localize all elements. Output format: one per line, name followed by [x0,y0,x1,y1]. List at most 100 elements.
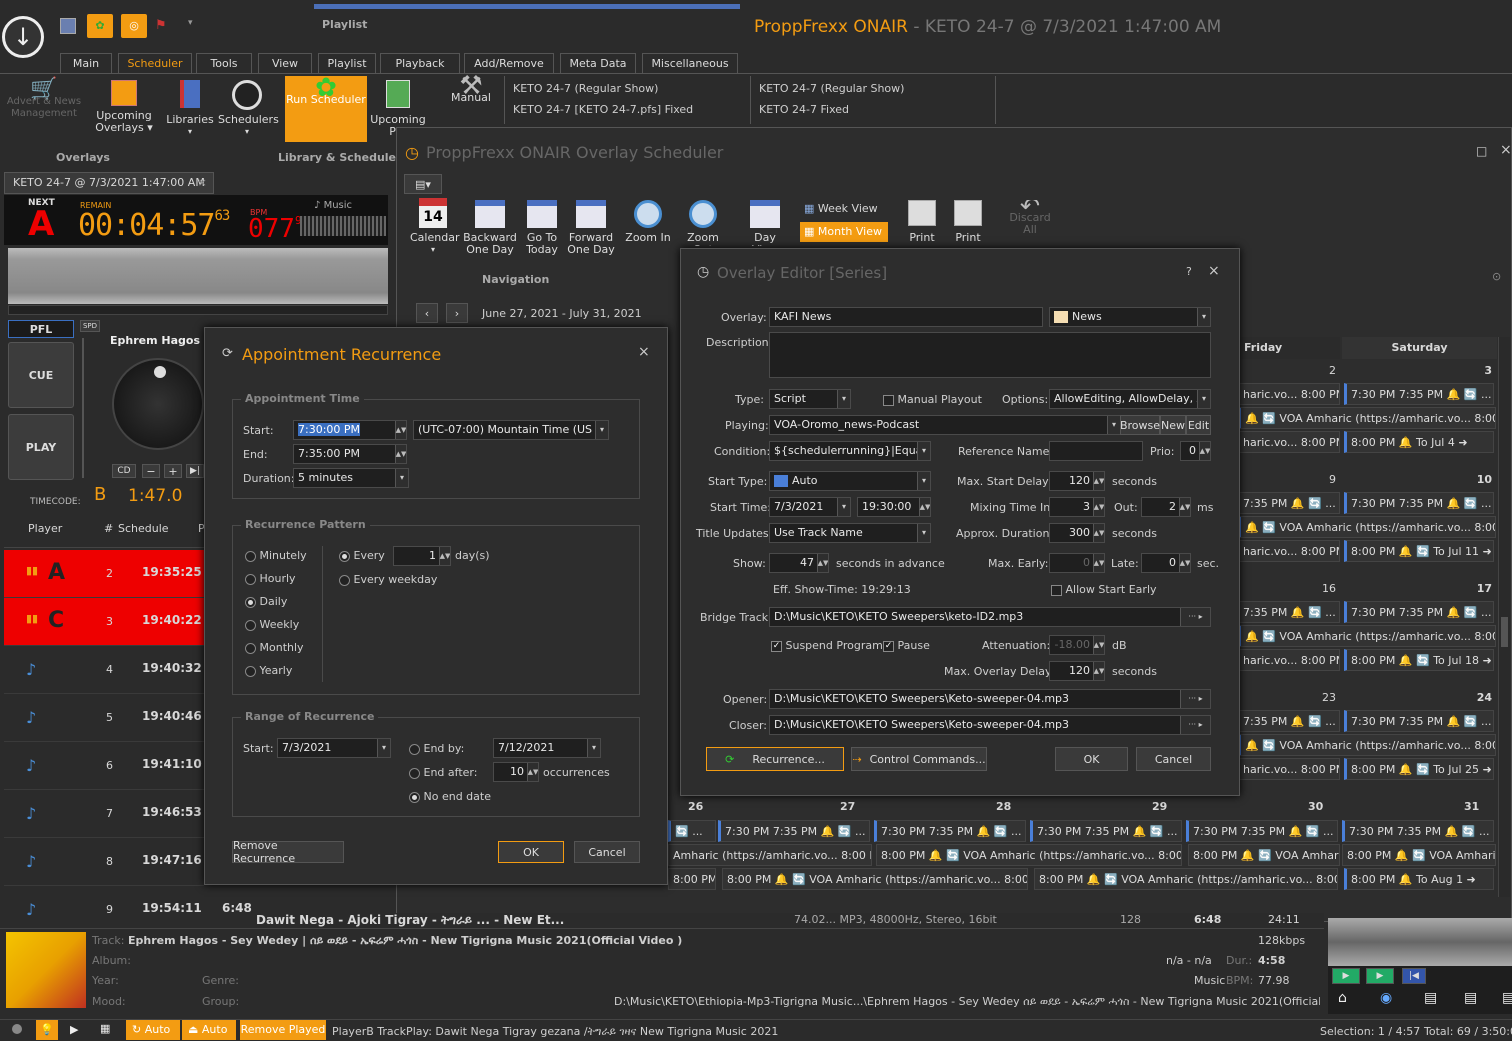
type-select[interactable]: Script ▾ [769,389,851,409]
calendar-appointment[interactable]: 7:30 PM 7:35 PM 🔔 🔄 ... [1186,820,1338,842]
bulb-icon[interactable]: 💡 [36,1020,58,1040]
end-after-input[interactable]: 10 ▲▼ [493,762,539,782]
tab-meta-data[interactable]: Meta Data [560,53,636,73]
home-icon[interactable]: ⌂ [1338,990,1347,1006]
tab-add-remove[interactable]: Add/Remove [464,53,554,73]
end-by-radio[interactable]: End by: [409,742,464,755]
playlist-row[interactable]: ♪ 6 19:41:10 [4,742,204,790]
schedulers-button[interactable]: Schedulers ▾ [218,80,279,138]
now-playing-row[interactable]: Dawit Nega - Ajoki Tigray - ትግራይ ... - N… [204,913,1324,929]
quick-icon-2[interactable]: ◎ [121,14,147,38]
cue-button[interactable]: CUE [8,342,74,408]
next-range-button[interactable]: › [446,303,468,323]
prio-input[interactable]: 0 ▲▼ [1180,441,1211,461]
calendar-appointment[interactable]: haric.vo... 8:00 PM [1238,431,1340,453]
start-time-input[interactable]: 7:30:00 PM ▲▼ [293,420,407,440]
title-updates-select[interactable]: Use Track Name ▾ [769,523,931,543]
start-date-select[interactable]: 7/3/2021 ▾ [769,497,851,517]
end-by-date[interactable]: 7/12/2021 ▾ [493,738,601,758]
options-select[interactable]: AllowEditing, AllowDelay, A... ▾ [1049,389,1211,409]
manual-button[interactable]: ⚒ Manual [444,73,498,104]
control-commands-button[interactable]: ⇢ Control Commands... [851,747,987,771]
print-button-2[interactable]: Print [948,200,988,246]
layout-icon[interactable]: ▦ [100,1022,110,1035]
edit-button[interactable]: Edit [1186,415,1211,435]
calendar-appointment[interactable]: haric.vo... 8:00 PM [1238,649,1340,671]
save-icon[interactable] [60,18,76,34]
calendar-appointment[interactable]: 8:00 PM 🔔 🔄 To Jul 11 ➜ [1344,540,1494,562]
max-early-input[interactable]: 0 ▲▼ [1049,553,1105,573]
calendar-appointment[interactable]: 🔄 ... [668,820,716,842]
browse-button[interactable]: Browse [1120,415,1160,435]
play-status-icon[interactable]: ▶ [70,1023,78,1036]
remove-played-button[interactable]: Remove Played [240,1020,326,1040]
spd-button[interactable]: SPD [80,320,100,332]
editor-close-icon[interactable]: × [1208,263,1220,279]
calendar-appointment[interactable]: 8:00 PM 🔔 🔄 VOA Amharic (https://amharic… [1034,868,1338,890]
print-button-1[interactable]: Print [904,200,940,246]
hourly-radio[interactable]: Hourly [245,572,296,585]
editor-cancel-button[interactable]: Cancel [1136,747,1211,771]
calendar-button[interactable]: 14 Calendar ▾ [410,198,459,256]
zoom-out-button[interactable]: Zoom Out [676,200,730,246]
suspend-program-checkbox[interactable]: ✓ Suspend Program [771,639,883,652]
no-end-date-radio[interactable]: No end date [409,790,491,803]
every-weekday-radio[interactable]: Every weekday [339,573,437,586]
reference-name-input[interactable] [1049,441,1143,461]
calendar-appointment[interactable]: 🔔 🔄 VOA Amharic (https://amharic.vo... 8… [1238,516,1496,538]
calendar-appointment[interactable]: 7:30 PM 7:35 PM 🔔 🔄 ... [1344,601,1494,623]
mini-play-1[interactable]: ▶ [1332,968,1360,984]
timezone-select[interactable]: (UTC-07:00) Mountain Time (US & ... ▾ [413,420,609,440]
calendar-appointment[interactable]: 7:30 PM 7:35 PM 🔔 🔄 ... [874,820,1026,842]
minutely-radio[interactable]: Minutely [245,549,307,562]
tab-playlist[interactable]: Playlist [318,53,376,73]
discard-all-button[interactable]: ↶ Discard All [1002,200,1058,246]
calendar-appointment[interactable]: Amharic (https://amharic.vo... 8:00 PM [668,844,872,866]
duration-select[interactable]: 5 minutes ▾ [293,468,409,488]
calendar-appointment[interactable]: 🔔 🔄 VOA Amharic (https://amharic.vo... 8… [1238,734,1496,756]
category-select[interactable]: News ▾ [1049,307,1211,327]
zoom-in-button[interactable]: Zoom In [624,200,672,244]
calendar-appointment[interactable]: 8:00 PM 🔔 🔄 To Jul 18 ➜ [1344,649,1494,671]
calendar-scrollbar[interactable] [1498,337,1510,897]
late-input[interactable]: 0 ▲▼ [1141,553,1191,573]
tab-miscellaneous[interactable]: Miscellaneous [642,53,738,73]
playlist-row[interactable]: ♪ 5 19:40:46 [4,694,204,742]
closer-input[interactable]: D:\Music\KETO\KETO Sweepers\Keto-sweeper… [769,715,1211,735]
playlist-row[interactable]: ▮▮ A 2 19:35:25 [4,550,204,598]
playlist-row[interactable]: ♪ 8 19:47:16 [4,838,204,886]
next-track-button[interactable]: ▶| [186,464,204,478]
minus-button[interactable]: − [142,464,160,478]
allow-start-early-checkbox[interactable]: Allow Start Early [1051,583,1157,596]
auto-button-1[interactable]: ↻ Auto [126,1020,180,1040]
col-num[interactable]: # [104,522,113,535]
tab-main[interactable]: Main [60,53,112,73]
month-view-button[interactable]: ▦ Month View [800,222,888,242]
calendar-appointment[interactable]: haric.vo... 8:00 PM [1238,383,1340,405]
calendar-appointment[interactable]: haric.vo... 8:00 PM [1238,758,1340,780]
go-to-today-button[interactable]: Go To Today [522,200,562,256]
recurrence-close-icon[interactable]: × [638,344,650,360]
calendar-appointment[interactable]: 7:30 PM 7:35 PM 🔔 🔄 ... [1344,383,1494,405]
end-after-radio[interactable]: End after: [409,766,477,779]
col-schedule[interactable]: Schedule [118,522,169,535]
calendar-appointment[interactable]: 8:00 PM 🔔 🔄 VOA Amharic (https://amharic… [876,844,1182,866]
calendar-appointment[interactable]: 7:30 PM 7:35 PM 🔔 🔄 ... [1344,710,1494,732]
play-button[interactable]: PLAY [8,414,74,480]
waveform-scroll[interactable] [8,305,388,315]
every-days-input[interactable]: 1 ▲▼ [393,546,451,566]
tab-tools[interactable]: Tools [196,53,252,73]
day-view-button[interactable]: Day View [740,200,790,246]
mixing-in-input[interactable]: 3 ▲▼ [1049,497,1105,517]
mixing-out-input[interactable]: 2 ▲▼ [1141,497,1191,517]
pause-checkbox[interactable]: ✓ Pause [883,639,930,652]
mini-play-2[interactable]: ▶ [1366,968,1394,984]
tab-view[interactable]: View [258,53,312,73]
calendar-appointment[interactable]: haric.vo... 8:00 PM [1238,540,1340,562]
globe-icon[interactable]: ◉ [1380,990,1392,1006]
playlist-row[interactable]: ♪ 4 19:40:32 [4,646,204,694]
libraries-button[interactable]: Libraries ▾ [166,80,214,138]
manual-playout-checkbox[interactable]: Manual Playout [883,393,982,406]
monthly-radio[interactable]: Monthly [245,641,304,654]
calendar-appointment[interactable]: 8:00 PM 🔔 To Aug 1 ➜ [1344,868,1494,890]
